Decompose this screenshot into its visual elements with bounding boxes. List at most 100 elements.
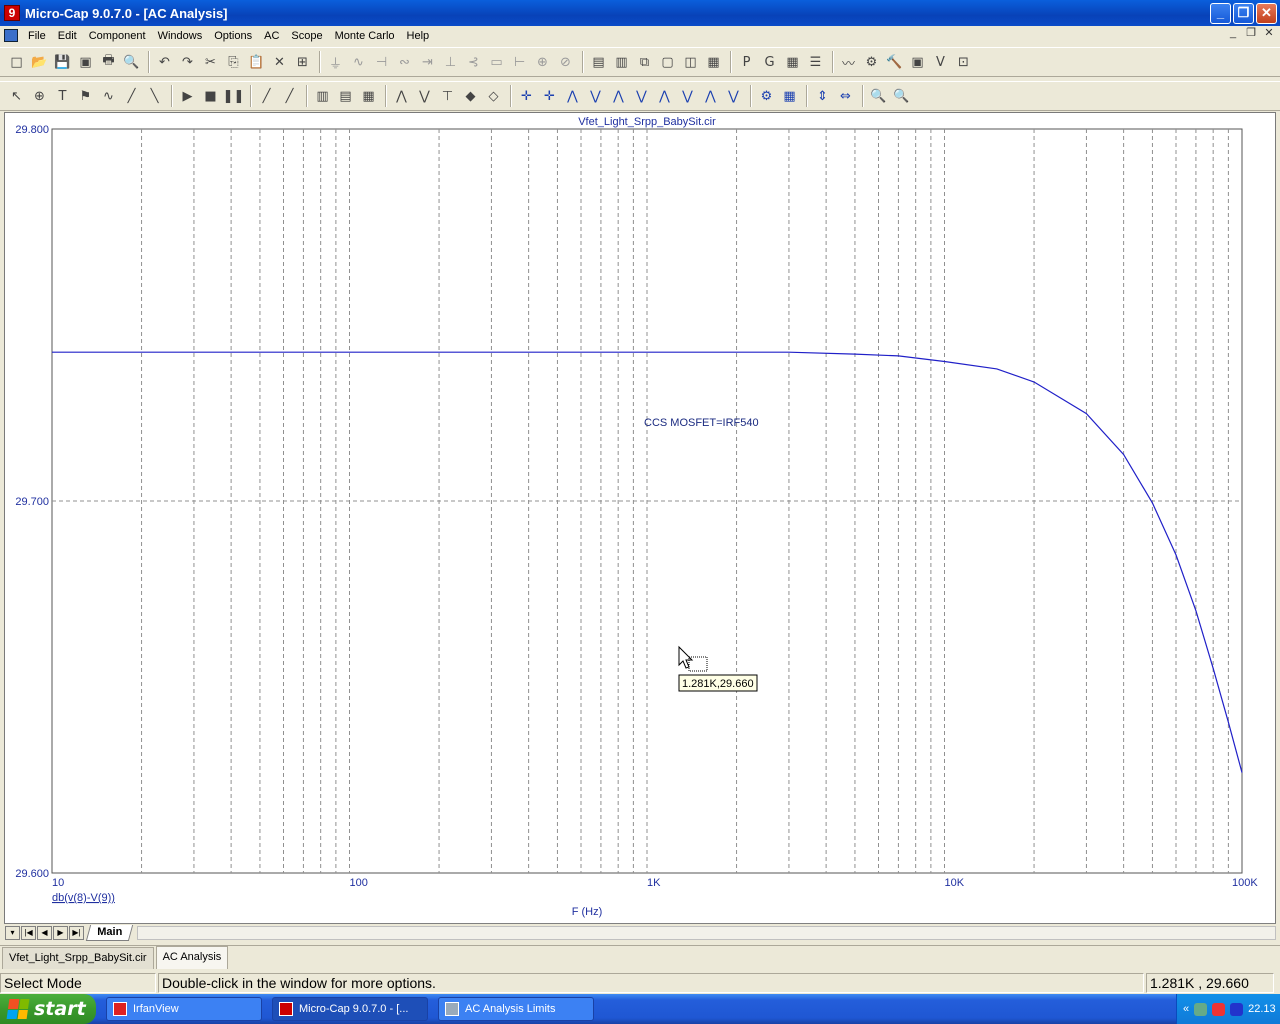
nav-first-icon[interactable]: |◀ <box>21 925 36 940</box>
split-window-icon[interactable]: ◫ <box>680 52 701 73</box>
menu-file[interactable]: File <box>22 30 52 42</box>
title-bar[interactable]: 9 Micro-Cap 9.0.7.0 - [AC Analysis] _ ❐ … <box>0 0 1280 26</box>
mode-icon[interactable]: ⚙ <box>756 86 777 107</box>
probe-icon[interactable]: ⊘ <box>555 52 576 73</box>
tile-horizontal-icon[interactable]: ▤ <box>588 52 609 73</box>
task-irfanview[interactable]: IrfanView <box>106 997 262 1021</box>
trace-label[interactable]: db(v(8)-V(9)) <box>52 892 115 904</box>
p-icon[interactable]: P <box>736 52 757 73</box>
line-icon[interactable]: ╱ <box>256 86 277 107</box>
cascade-icon[interactable]: ⧉ <box>634 52 655 73</box>
nav-last-icon[interactable]: ▶| <box>69 925 84 940</box>
print-icon[interactable]: 🖶 <box>98 52 119 73</box>
inductor-icon[interactable]: ∾ <box>394 52 415 73</box>
grid-table-icon[interactable]: ▦ <box>358 86 379 107</box>
save-all-icon[interactable]: ▣ <box>75 52 96 73</box>
npn-icon[interactable]: ⊰ <box>463 52 484 73</box>
save-icon[interactable]: 💾 <box>52 52 73 73</box>
print-preview-icon[interactable]: 🔍 <box>121 52 142 73</box>
autoscale-icon[interactable]: ⇔ <box>835 86 856 107</box>
component-finder-icon[interactable]: ⚙ <box>861 52 882 73</box>
table-icon[interactable]: ▦ <box>779 86 800 107</box>
ac-analysis-plot[interactable]: Vfet_Light_Srpp_BabySit.cir 29.800 29.700 2… <box>5 113 1277 925</box>
grid-off-icon[interactable]: ▤ <box>335 86 356 107</box>
global-low-icon[interactable]: ⋁ <box>723 86 744 107</box>
redo-icon[interactable]: ↷ <box>177 52 198 73</box>
task-microcap[interactable]: Micro-Cap 9.0.7.0 - [... <box>272 997 428 1021</box>
battery-icon[interactable]: ⊥ <box>440 52 461 73</box>
valley-cursor-icon[interactable]: ⋀ <box>608 86 629 107</box>
flag-icon[interactable]: ⚑ <box>75 86 96 107</box>
component-icon[interactable]: ⊕ <box>29 86 50 107</box>
plot-window[interactable]: Vfet_Light_Srpp_BabySit.cir 29.800 29.700 2… <box>4 112 1276 924</box>
window-icon[interactable]: ▢ <box>657 52 678 73</box>
menu-scope[interactable]: Scope <box>285 30 328 42</box>
doc-tab-circuit[interactable]: Vfet_Light_Srpp_BabySit.cir <box>2 947 154 969</box>
new-file-icon[interactable]: □ <box>6 52 27 73</box>
high-icon[interactable]: ⊤ <box>437 86 458 107</box>
peak-icon[interactable]: ⋀ <box>391 86 412 107</box>
capacitor-icon[interactable]: ⊣ <box>371 52 392 73</box>
antivirus-icon[interactable] <box>1212 1002 1226 1016</box>
nav-prev-icon[interactable]: ◀ <box>37 925 52 940</box>
tile-vertical-icon[interactable]: ▥ <box>611 52 632 73</box>
vd-icon[interactable]: V <box>930 52 951 73</box>
global-high-icon[interactable]: ⋀ <box>700 86 721 107</box>
mdi-restore-button[interactable]: ❐ <box>1244 27 1258 41</box>
waveform-icon[interactable]: 〰 <box>838 52 859 73</box>
cut-icon[interactable]: ✂ <box>200 52 221 73</box>
wire-icon[interactable]: ∿ <box>98 86 119 107</box>
cursor-left-icon[interactable]: ✛ <box>516 86 537 107</box>
run-icon[interactable]: ▶ <box>177 86 198 107</box>
horizontal-scrollbar[interactable] <box>137 925 1276 940</box>
cursor-line-icon[interactable]: ╱ <box>279 86 300 107</box>
series-line[interactable] <box>52 351 1243 773</box>
inflection-icon[interactable]: ⋁ <box>677 86 698 107</box>
nav-next-icon[interactable]: ▶ <box>53 925 68 940</box>
bluetooth-icon[interactable] <box>1230 1002 1244 1016</box>
ground-icon[interactable]: ⏚ <box>325 52 346 73</box>
slope-icon[interactable]: ⋀ <box>562 86 583 107</box>
mdi-minimize-button[interactable]: _ <box>1226 27 1240 41</box>
calculator-icon[interactable]: ▦ <box>703 52 724 73</box>
peak-cursor-icon[interactable]: ⋁ <box>585 86 606 107</box>
stop-icon[interactable]: ■ <box>200 86 221 107</box>
hammer-icon[interactable]: 🔨 <box>884 52 905 73</box>
resistor-icon[interactable]: ∿ <box>348 52 369 73</box>
bus-wire-icon[interactable]: ╲ <box>144 86 165 107</box>
paste-icon[interactable]: 📋 <box>246 52 267 73</box>
menu-edit[interactable]: Edit <box>52 30 83 42</box>
menu-monte-carlo[interactable]: Monte Carlo <box>329 30 401 42</box>
select-arrow-icon[interactable]: ↖ <box>6 86 27 107</box>
menu-options[interactable]: Options <box>208 30 258 42</box>
open-icon[interactable]: 📂 <box>29 52 50 73</box>
undo-icon[interactable]: ↶ <box>154 52 175 73</box>
zoom-out-icon[interactable]: 🔍 <box>891 86 912 107</box>
sheet-tab-main[interactable]: Main <box>85 924 134 941</box>
diode-icon[interactable]: ⇥ <box>417 52 438 73</box>
maximize-button[interactable]: ❐ <box>1233 3 1254 24</box>
diag-wire-icon[interactable]: ╱ <box>121 86 142 107</box>
close-button[interactable]: ✕ <box>1256 3 1277 24</box>
doc-tab-ac-analysis[interactable]: AC Analysis <box>155 946 229 969</box>
tray-expand-icon[interactable]: « <box>1183 1003 1189 1015</box>
task-ac-analysis-limits[interactable]: AC Analysis Limits <box>438 997 594 1021</box>
properties-icon[interactable]: ☰ <box>805 52 826 73</box>
mdi-close-button[interactable]: ✕ <box>1262 27 1276 41</box>
network-icon[interactable] <box>1194 1002 1208 1016</box>
menu-windows[interactable]: Windows <box>152 30 209 42</box>
nav-dropdown-icon[interactable]: ▾ <box>5 925 20 940</box>
graph-icon[interactable]: ⊡ <box>953 52 974 73</box>
grid-on-icon[interactable]: ▥ <box>312 86 333 107</box>
data-point-icon[interactable]: ◆ <box>460 86 481 107</box>
select-all-icon[interactable]: ⊞ <box>292 52 313 73</box>
plot-annotation[interactable]: CCS MOSFET=IRF540 <box>644 417 759 429</box>
delete-icon[interactable]: ✕ <box>269 52 290 73</box>
menu-component[interactable]: Component <box>83 30 152 42</box>
copy-icon[interactable]: ⎘ <box>223 52 244 73</box>
pause-icon[interactable]: ❚❚ <box>223 86 245 107</box>
g-icon[interactable]: G <box>759 52 780 73</box>
zoom-in-icon[interactable]: 🔍 <box>868 86 889 107</box>
menu-ac[interactable]: AC <box>258 30 285 42</box>
scope-icon[interactable]: ▣ <box>907 52 928 73</box>
